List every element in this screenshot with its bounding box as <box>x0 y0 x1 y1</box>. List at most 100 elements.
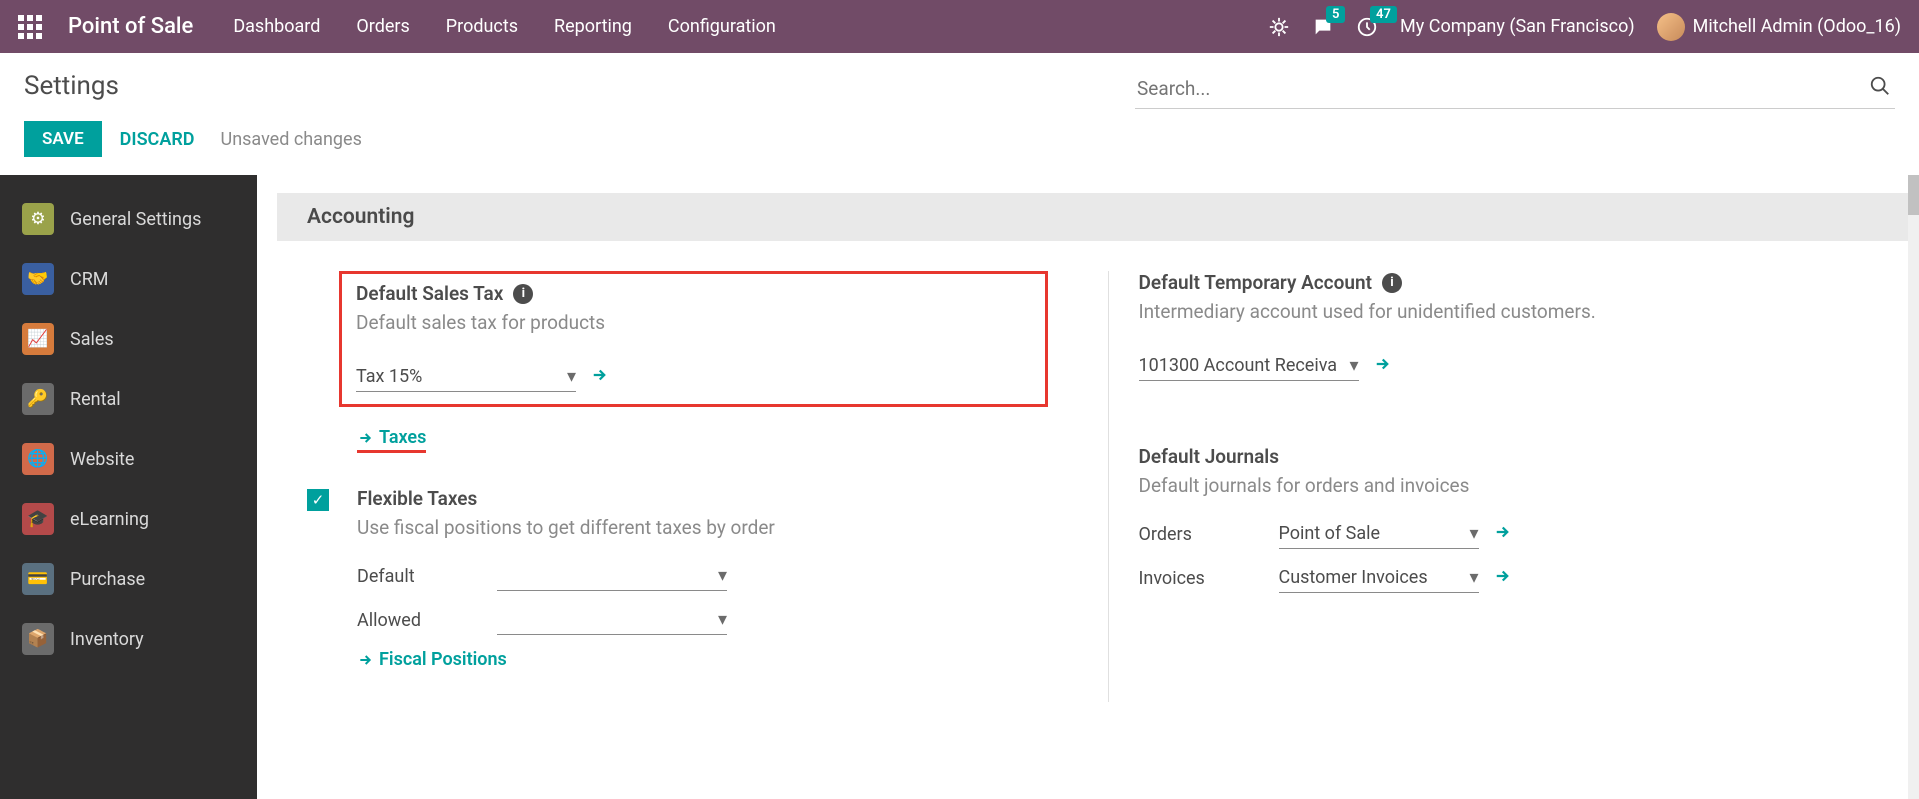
caret-down-icon: ▾ <box>1469 567 1478 588</box>
globe-icon: 🌐 <box>22 443 54 475</box>
setting-desc: Intermediary account used for unidentifi… <box>1139 300 1880 323</box>
page-title: Settings <box>24 71 119 101</box>
sidebar-item-rental[interactable]: 🔑 Rental <box>0 369 257 429</box>
sidebar-item-purchase[interactable]: 💳 Purchase <box>0 549 257 609</box>
debug-icon[interactable] <box>1268 16 1290 38</box>
field-label: Default <box>357 566 497 587</box>
save-button[interactable]: SAVE <box>24 121 102 157</box>
nav-dashboard[interactable]: Dashboard <box>233 16 320 37</box>
sidebar-item-label: Rental <box>70 389 121 410</box>
sidebar-item-crm[interactable]: 🤝 CRM <box>0 249 257 309</box>
settings-main: Accounting Default Sales Tax i Default s… <box>257 175 1919 799</box>
apps-icon[interactable] <box>18 15 42 39</box>
key-icon: 🔑 <box>22 383 54 415</box>
external-link-icon[interactable] <box>1493 523 1511 546</box>
activities-badge: 47 <box>1370 6 1397 23</box>
caret-down-icon: ▾ <box>1349 355 1358 376</box>
user-menu[interactable]: Mitchell Admin (Odoo_16) <box>1657 13 1901 41</box>
sidebar-item-label: Website <box>70 449 134 470</box>
user-name: Mitchell Admin (Odoo_16) <box>1693 16 1901 37</box>
field-default: Default ▾ <box>357 561 1048 591</box>
field-label: Allowed <box>357 610 497 631</box>
avatar <box>1657 13 1685 41</box>
field-orders: Orders Point of Sale ▾ <box>1139 519 1880 549</box>
company-selector[interactable]: My Company (San Francisco) <box>1400 16 1635 37</box>
caret-down-icon: ▾ <box>1469 523 1478 544</box>
external-link-icon[interactable] <box>590 366 608 389</box>
setting-title: Default Temporary Account i <box>1139 271 1880 294</box>
sidebar-item-label: Sales <box>70 329 114 350</box>
page-header: Settings <box>0 53 1919 109</box>
external-link-icon[interactable] <box>1373 355 1391 378</box>
topbar: Point of Sale Dashboard Orders Products … <box>0 0 1919 53</box>
sidebar-item-label: eLearning <box>70 509 149 530</box>
caret-down-icon: ▾ <box>718 609 727 630</box>
sidebar-item-inventory[interactable]: 📦 Inventory <box>0 609 257 669</box>
body: ⚙ General Settings 🤝 CRM 📈 Sales 🔑 Renta… <box>0 175 1919 799</box>
section-accounting: Accounting <box>277 193 1908 241</box>
sidebar-item-website[interactable]: 🌐 Website <box>0 429 257 489</box>
setting-title: Default Journals <box>1139 445 1880 468</box>
nav-products[interactable]: Products <box>446 16 518 37</box>
discard-button[interactable]: DISCARD <box>120 129 195 150</box>
topbar-right: 5 47 My Company (San Francisco) Mitchell… <box>1268 13 1901 41</box>
setting-title: Flexible Taxes <box>357 487 1048 510</box>
app-brand[interactable]: Point of Sale <box>68 14 193 39</box>
setting-default-sales-tax: Default Sales Tax i Default sales tax fo… <box>307 271 1048 453</box>
field-label: Orders <box>1139 524 1279 545</box>
nav-configuration[interactable]: Configuration <box>668 16 776 37</box>
sidebar-item-label: CRM <box>70 269 109 290</box>
highlight-box: Default Sales Tax i Default sales tax fo… <box>339 271 1048 407</box>
flexible-allowed-dropdown[interactable]: ▾ <box>497 605 727 635</box>
setting-desc: Default journals for orders and invoices <box>1139 474 1880 497</box>
unsaved-indicator: Unsaved changes <box>221 129 362 150</box>
temp-account-dropdown[interactable]: 101300 Account Receiva ▾ <box>1139 351 1359 381</box>
flexible-default-dropdown[interactable]: ▾ <box>497 561 727 591</box>
messages-badge: 5 <box>1326 6 1345 23</box>
sidebar-item-sales[interactable]: 📈 Sales <box>0 309 257 369</box>
cart-icon: 💳 <box>22 563 54 595</box>
setting-default-journals: Default Journals Default journals for or… <box>1139 445 1880 593</box>
field-allowed: Allowed ▾ <box>357 605 1048 635</box>
sidebar-item-elearning[interactable]: 🎓 eLearning <box>0 489 257 549</box>
settings-col-left: Default Sales Tax i Default sales tax fo… <box>307 271 1048 702</box>
settings-col-right: Default Temporary Account i Intermediary… <box>1108 271 1880 702</box>
default-sales-tax-dropdown[interactable]: Tax 15% ▾ <box>356 362 576 392</box>
setting-flexible-taxes: ✓ Flexible Taxes Use fiscal positions to… <box>307 487 1048 672</box>
field-invoices: Invoices Customer Invoices ▾ <box>1139 563 1880 593</box>
search-icon[interactable] <box>1869 75 1891 101</box>
gear-icon: ⚙ <box>22 203 54 235</box>
setting-desc: Default sales tax for products <box>356 311 1031 334</box>
external-link-icon[interactable] <box>1493 567 1511 590</box>
scrollbar-thumb[interactable] <box>1908 175 1919 215</box>
setting-desc: Use fiscal positions to get different ta… <box>357 516 1048 539</box>
caret-down-icon: ▾ <box>718 565 727 586</box>
nav-reporting[interactable]: Reporting <box>554 16 632 37</box>
activities-icon[interactable]: 47 <box>1356 16 1378 38</box>
search-input[interactable] <box>1135 71 1895 109</box>
setting-default-temp-account: Default Temporary Account i Intermediary… <box>1139 271 1880 381</box>
field-label: Invoices <box>1139 568 1279 589</box>
action-bar: SAVE DISCARD Unsaved changes <box>0 109 1919 175</box>
caret-down-icon: ▾ <box>567 366 576 387</box>
messages-icon[interactable]: 5 <box>1312 16 1334 38</box>
box-icon: 📦 <box>22 623 54 655</box>
fiscal-positions-link[interactable]: Fiscal Positions <box>357 649 507 670</box>
sidebar-item-label: Purchase <box>70 569 145 590</box>
taxes-link[interactable]: Taxes <box>357 427 426 453</box>
graduation-icon: 🎓 <box>22 503 54 535</box>
sidebar-item-label: General Settings <box>70 209 201 230</box>
search-wrap <box>1135 71 1895 109</box>
settings-sidebar: ⚙ General Settings 🤝 CRM 📈 Sales 🔑 Renta… <box>0 175 257 799</box>
orders-journal-dropdown[interactable]: Point of Sale ▾ <box>1279 519 1479 549</box>
sidebar-item-general[interactable]: ⚙ General Settings <box>0 189 257 249</box>
sidebar-item-label: Inventory <box>70 629 144 650</box>
flexible-taxes-checkbox[interactable]: ✓ <box>307 489 329 511</box>
setting-title: Default Sales Tax i <box>356 282 1031 305</box>
settings-grid: Default Sales Tax i Default sales tax fo… <box>257 271 1919 702</box>
handshake-icon: 🤝 <box>22 263 54 295</box>
info-icon[interactable]: i <box>1382 273 1402 293</box>
invoices-journal-dropdown[interactable]: Customer Invoices ▾ <box>1279 563 1479 593</box>
nav-orders[interactable]: Orders <box>356 16 409 37</box>
info-icon[interactable]: i <box>513 284 533 304</box>
